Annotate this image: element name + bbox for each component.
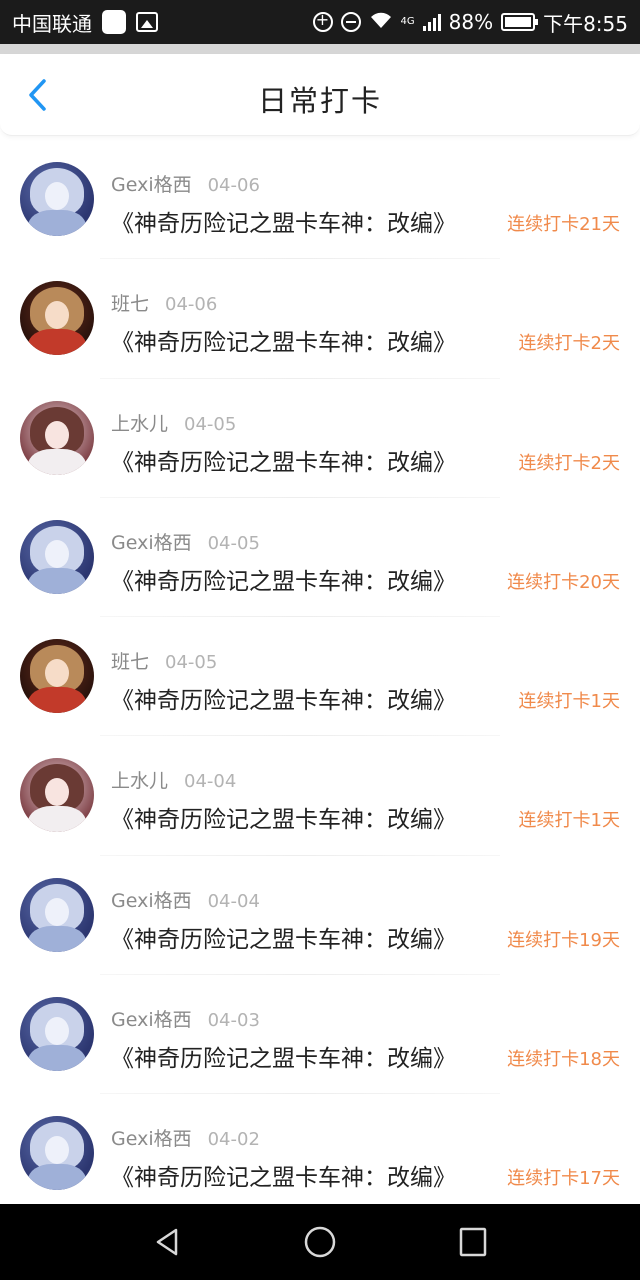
- book-title: 《神奇历险记之盟卡车神：改编》: [111, 449, 456, 476]
- clock: 下午8:55: [543, 11, 628, 36]
- username[interactable]: Gexi格西: [111, 886, 192, 913]
- nav-back-button[interactable]: [147, 1222, 187, 1262]
- nav-home-button[interactable]: [300, 1222, 340, 1262]
- book-title: 《神奇历险记之盟卡车神：改编》: [111, 1165, 456, 1192]
- app-notification-icon: [102, 10, 126, 34]
- network-type-label: 4G: [400, 15, 415, 27]
- entry-meta: 班七 04-05: [111, 647, 217, 674]
- streak-label: 连续打卡2天: [518, 333, 620, 355]
- checkin-date: 04-06: [207, 175, 260, 196]
- list-item[interactable]: Gexi格西 04-03 《神奇历险记之盟卡车神：改编》 连续打卡18天: [0, 975, 640, 1095]
- checkin-date: 04-05: [184, 413, 237, 435]
- book-title: 《神奇历险记之盟卡车神：改编》: [111, 568, 456, 595]
- entry-meta: Gexi格西 04-04: [111, 886, 260, 913]
- book-title: 《神奇历险记之盟卡车神：改编》: [111, 211, 456, 237]
- entry-meta: Gexi格西 04-06: [111, 170, 260, 197]
- status-bar-left: 中国联通: [12, 8, 158, 37]
- square-recent-icon: [460, 1227, 487, 1257]
- username[interactable]: Gexi格西: [111, 170, 192, 197]
- header-shadow-strip: [0, 44, 640, 54]
- signal-icon: [422, 13, 441, 31]
- avatar[interactable]: [20, 997, 94, 1072]
- checkin-date: 04-02: [207, 1129, 260, 1151]
- username[interactable]: Gexi格西: [111, 528, 192, 555]
- username[interactable]: 班七: [111, 289, 149, 316]
- list-item[interactable]: Gexi格西 04-02 《神奇历险记之盟卡车神：改编》 连续打卡17天: [0, 1094, 640, 1204]
- streak-label: 连续打卡17天: [507, 1168, 620, 1190]
- book-title: 《神奇历险记之盟卡车神：改编》: [111, 926, 456, 953]
- data-saver-icon: [312, 10, 333, 32]
- streak-label: 连续打卡1天: [518, 691, 620, 713]
- triangle-back-icon: [156, 1228, 177, 1256]
- list-item[interactable]: 上水儿 04-05 《神奇历险记之盟卡车神：改编》 连续打卡2天: [0, 379, 640, 498]
- status-bar-right: 4G 88% 下午8:55: [312, 8, 628, 37]
- avatar[interactable]: [20, 1116, 94, 1191]
- streak-label: 连续打卡21天: [507, 214, 620, 235]
- username[interactable]: 班七: [111, 647, 149, 674]
- entry-meta: Gexi格西 04-03: [111, 1005, 260, 1032]
- checkin-date: 04-06: [165, 294, 218, 316]
- username[interactable]: Gexi格西: [111, 1005, 192, 1032]
- entry-meta: 上水儿 04-04: [111, 766, 236, 793]
- checkin-list[interactable]: Gexi格西 04-06 《神奇历险记之盟卡车神：改编》 连续打卡21天班七 04-06…: [0, 140, 640, 1204]
- streak-label: 连续打卡20天: [507, 571, 620, 593]
- circle-home-icon: [304, 1226, 336, 1258]
- username[interactable]: 上水儿: [111, 766, 168, 793]
- avatar[interactable]: [20, 639, 94, 714]
- entry-meta: Gexi格西 04-05: [111, 528, 260, 555]
- entry-meta: 班七 04-06: [111, 289, 217, 316]
- checkin-date: 04-05: [165, 652, 218, 674]
- book-title: 《神奇历险记之盟卡车神：改编》: [111, 1046, 456, 1073]
- app-header: 日常打卡: [0, 54, 640, 136]
- avatar[interactable]: [20, 758, 94, 833]
- battery-percent: 88%: [448, 10, 494, 34]
- list-item[interactable]: 上水儿 04-04 《神奇历险记之盟卡车神：改编》 连续打卡1天: [0, 736, 640, 856]
- entry-meta: Gexi格西 04-02: [111, 1124, 260, 1151]
- avatar[interactable]: [20, 877, 94, 952]
- username[interactable]: Gexi格西: [111, 1124, 192, 1151]
- list-item[interactable]: 班七 04-06 《神奇历险记之盟卡车神：改编》 连续打卡2天: [0, 259, 640, 379]
- streak-label: 连续打卡19天: [507, 929, 620, 951]
- list-item[interactable]: 班七 04-05 《神奇历险记之盟卡车神：改编》 连续打卡1天: [0, 617, 640, 737]
- nav-recent-button[interactable]: [453, 1222, 493, 1262]
- checkin-date: 04-03: [207, 1010, 260, 1032]
- list-item[interactable]: Gexi格西 04-06 《神奇历险记之盟卡车神：改编》 连续打卡21天: [0, 140, 640, 260]
- book-title: 《神奇历险记之盟卡车神：改编》: [111, 807, 456, 834]
- carrier-label: 中国联通: [12, 11, 92, 36]
- username[interactable]: 上水儿: [111, 409, 168, 436]
- wifi-icon: [369, 11, 393, 34]
- do-not-disturb-icon: [340, 12, 361, 32]
- streak-label: 连续打卡18天: [507, 1049, 620, 1071]
- avatar[interactable]: [20, 400, 94, 475]
- checkin-date: 04-04: [207, 890, 260, 912]
- avatar[interactable]: [20, 162, 94, 236]
- streak-label: 连续打卡2天: [518, 452, 620, 474]
- avatar[interactable]: [20, 281, 94, 356]
- page-title: 日常打卡: [257, 84, 382, 118]
- image-notification-icon: [136, 12, 158, 32]
- checkin-date: 04-05: [207, 532, 260, 554]
- checkin-date: 04-04: [184, 771, 237, 793]
- book-title: 《神奇历险记之盟卡车神：改编》: [111, 688, 456, 715]
- status-bar: 中国联通 4G 88% 下午8:55: [0, 0, 640, 44]
- battery-icon: [501, 13, 539, 31]
- book-title: 《神奇历险记之盟卡车神：改编》: [111, 330, 456, 357]
- list-item[interactable]: Gexi格西 04-05 《神奇历险记之盟卡车神：改编》 连续打卡20天: [0, 498, 640, 618]
- entry-meta: 上水儿 04-05: [111, 409, 236, 436]
- list-item[interactable]: Gexi格西 04-04 《神奇历险记之盟卡车神：改编》 连续打卡19天: [0, 856, 640, 976]
- streak-label: 连续打卡1天: [518, 810, 620, 832]
- avatar[interactable]: [20, 519, 94, 594]
- navigation-bar: [0, 1204, 640, 1280]
